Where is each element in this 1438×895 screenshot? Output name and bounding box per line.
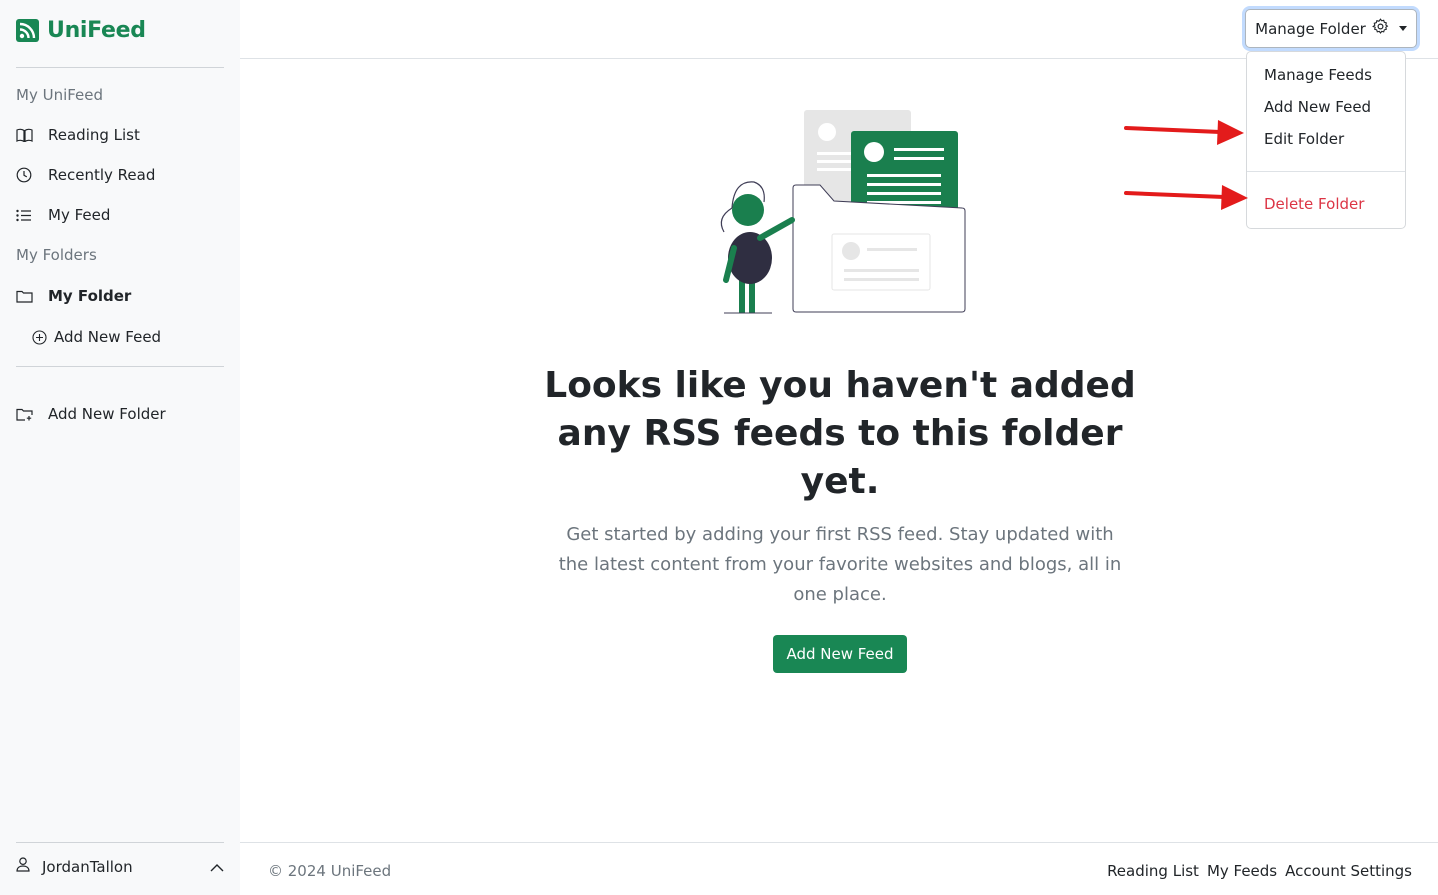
footer-link-account-settings[interactable]: Account Settings: [1285, 862, 1412, 880]
list-icon: [16, 209, 48, 222]
caret-down-icon: [1398, 26, 1407, 31]
sidebar: UniFeed My UniFeed Reading List Recently…: [0, 0, 240, 895]
menu-item-edit-folder[interactable]: Edit Folder: [1264, 130, 1344, 148]
plus-circle-icon: [32, 329, 54, 345]
sidebar-item-recently-read[interactable]: Recently Read: [16, 166, 155, 184]
footer-link-my-feeds[interactable]: My Feeds: [1207, 862, 1277, 880]
brand-name: UniFeed: [47, 18, 146, 43]
annotation-arrow-icon: [1124, 120, 1244, 145]
folder-icon: [16, 289, 48, 303]
menu-item-manage-feeds[interactable]: Manage Feeds: [1264, 66, 1372, 84]
gear-icon: [1371, 18, 1389, 39]
menu-item-delete-folder[interactable]: Delete Folder: [1264, 195, 1364, 213]
sidebar-divider: [16, 366, 224, 367]
sidebar-item-add-new-feed[interactable]: Add New Feed: [32, 328, 161, 346]
sidebar-item-label: Add New Feed: [54, 328, 162, 346]
sidebar-item-my-feed[interactable]: My Feed: [16, 206, 110, 224]
annotation-arrow-icon: [1124, 185, 1248, 210]
folder-plus-icon: [16, 407, 48, 421]
sidebar-item-label: Recently Read: [48, 166, 156, 184]
section-my-folders: My Folders: [16, 246, 97, 264]
book-icon: [16, 128, 48, 142]
empty-state-description: Get started by adding your first RSS fee…: [558, 524, 1122, 605]
footer: © 2024 UniFeed Reading List My Feeds Acc…: [240, 842, 1438, 895]
copyright: © 2024 UniFeed: [268, 862, 392, 880]
manage-folder-label: Manage Folder: [1255, 19, 1366, 38]
empty-folder-illustration: [720, 110, 966, 314]
sidebar-item-my-folder[interactable]: My Folder: [16, 287, 131, 305]
footer-link-reading-list[interactable]: Reading List: [1107, 862, 1199, 880]
menu-item-add-new-feed[interactable]: Add New Feed: [1264, 98, 1371, 116]
section-my-unifeed: My UniFeed: [16, 86, 104, 104]
username: JordanTallon: [42, 857, 133, 876]
sidebar-item-label: Reading List: [48, 126, 140, 144]
footer-links: Reading List My Feeds Account Settings: [1107, 862, 1412, 880]
add-new-feed-button[interactable]: Add New Feed: [773, 635, 907, 673]
sidebar-item-label: Add New Folder: [48, 405, 166, 423]
empty-state-headline: Looks like you haven't added any RSS fee…: [544, 365, 1136, 502]
person-icon: [16, 857, 30, 876]
manage-folder-button[interactable]: Manage Folder: [1245, 9, 1417, 48]
sidebar-item-label: My Folder: [48, 287, 132, 305]
manage-folder-menu: Manage Feeds Add New Feed Edit Folder De…: [1246, 51, 1406, 229]
chevron-up-icon: [210, 858, 224, 876]
sidebar-divider: [16, 67, 224, 68]
brand[interactable]: UniFeed: [16, 18, 146, 43]
sidebar-item-label: My Feed: [48, 206, 111, 224]
menu-divider: [1247, 171, 1405, 172]
sidebar-item-add-new-folder[interactable]: Add New Folder: [16, 405, 166, 423]
clock-icon: [16, 167, 48, 183]
sidebar-divider: [16, 842, 224, 843]
rss-icon: [16, 19, 39, 42]
user-menu-toggle[interactable]: JordanTallon: [16, 857, 224, 876]
sidebar-item-reading-list[interactable]: Reading List: [16, 126, 140, 144]
